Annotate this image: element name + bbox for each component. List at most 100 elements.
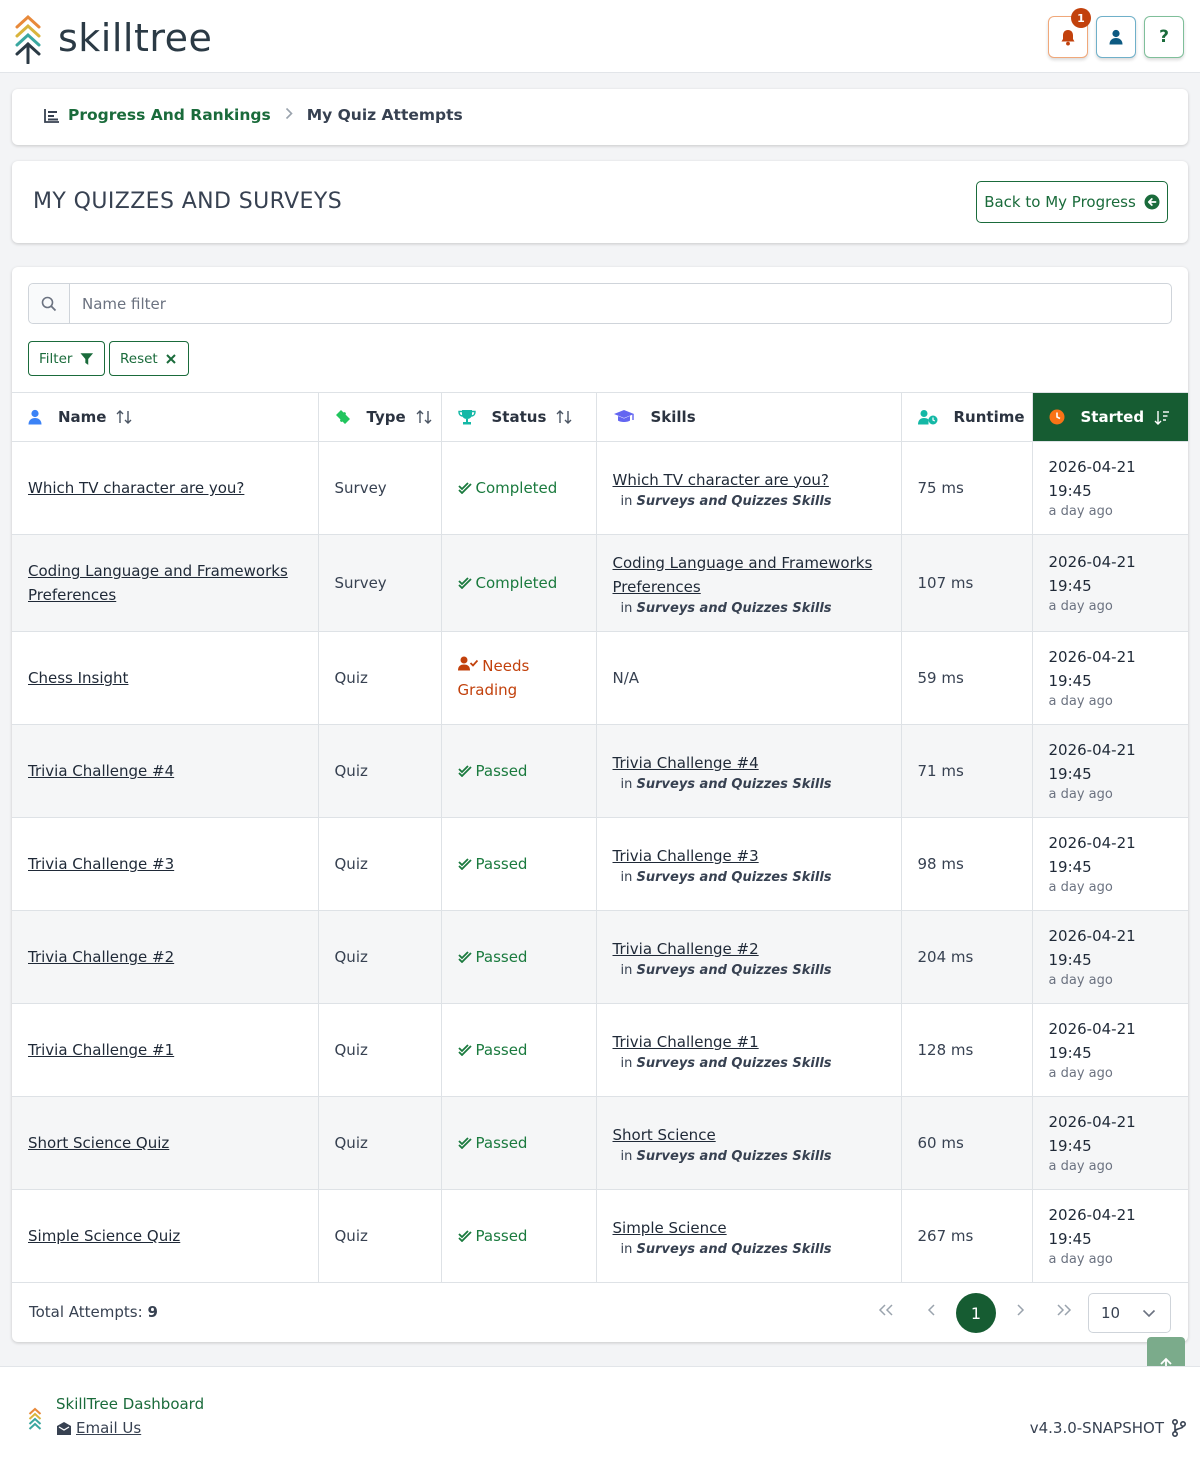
sort-icon[interactable]	[116, 410, 132, 424]
skill-link[interactable]: Which TV character are you?	[613, 471, 829, 489]
filter-button[interactable]: Filter	[28, 341, 105, 376]
page-button-current[interactable]: 1	[956, 1293, 996, 1333]
quiz-type: Survey	[334, 479, 387, 497]
back-to-progress-button[interactable]: Back to My Progress	[976, 181, 1168, 223]
cell-type: Quiz	[318, 1096, 442, 1190]
started-time: 19:45	[1048, 951, 1092, 969]
skill-link[interactable]: Short Science	[613, 1126, 716, 1144]
quiz-name-link[interactable]: Chess Insight	[28, 669, 128, 687]
page-size-select[interactable]: 10	[1088, 1293, 1171, 1333]
skill-link[interactable]: Simple Science	[613, 1219, 727, 1237]
skill-link[interactable]: Trivia Challenge #4	[613, 754, 759, 772]
column-header-status[interactable]: Status	[441, 392, 597, 442]
cell-runtime: 71 ms	[901, 724, 1033, 818]
skill-link[interactable]: Trivia Challenge #2	[613, 940, 759, 958]
clock-icon	[1049, 409, 1064, 425]
status-badge: Completed	[457, 574, 580, 592]
breadcrumb-card: Progress And Rankings My Quiz Attempts	[12, 89, 1188, 145]
total-attempts: Total Attempts: 9	[29, 1303, 158, 1321]
cell-type: Quiz	[318, 724, 442, 818]
started-time: 19:45	[1048, 1137, 1092, 1155]
quiz-name-link[interactable]: Short Science Quiz	[28, 1134, 169, 1152]
quiz-name-link[interactable]: Which TV character are you?	[28, 479, 244, 497]
quiz-name-link[interactable]: Trivia Challenge #4	[28, 762, 174, 780]
cell-skills: Which TV character are you? in Surveys an…	[596, 441, 902, 535]
sort-icon[interactable]	[556, 410, 572, 424]
quiz-name-link[interactable]: Simple Science Quiz	[28, 1227, 180, 1245]
cell-status: Passed	[441, 817, 597, 911]
skilltree-logo[interactable]: skilltree	[14, 14, 212, 64]
next-page-icon[interactable]	[1015, 1302, 1025, 1321]
skill-project: in Surveys and Quizzes Skills	[613, 777, 885, 792]
quiz-name-link[interactable]: Trivia Challenge #1	[28, 1041, 174, 1059]
help-button[interactable]: ?	[1144, 16, 1184, 58]
name-filter-input[interactable]	[70, 284, 1171, 323]
cell-skills: Trivia Challenge #3 in Surveys and Quizze…	[596, 817, 902, 911]
previous-page-icon[interactable]	[927, 1302, 937, 1321]
cell-status: Passed	[441, 1003, 597, 1097]
column-header-started[interactable]: Started	[1032, 392, 1188, 442]
cell-status: Passed	[441, 1189, 597, 1283]
cell-type: Quiz	[318, 1003, 442, 1097]
started-time: 19:45	[1048, 482, 1092, 500]
started-date: 2026-04-21	[1048, 927, 1136, 945]
status-badge: Passed	[457, 1227, 580, 1245]
filter-button-label: Filter	[39, 350, 73, 367]
cell-runtime: 59 ms	[901, 631, 1033, 725]
skill-project: in Surveys and Quizzes Skills	[613, 601, 885, 616]
skill-project: in Surveys and Quizzes Skills	[613, 1149, 885, 1164]
in-label: in	[620, 1241, 633, 1257]
cell-started: 2026-04-21 19:45 a day ago	[1032, 534, 1188, 632]
in-label: in	[620, 600, 633, 616]
project-name: Surveys and Quizzes Skills	[636, 869, 832, 885]
status-badge: Passed	[457, 1041, 580, 1059]
footer-app-name[interactable]: SkillTree Dashboard	[56, 1395, 204, 1413]
started-time: 19:45	[1048, 765, 1092, 783]
in-label: in	[620, 1055, 633, 1071]
skill-na: N/A	[612, 669, 640, 687]
runtime-value: 60 ms	[917, 1134, 964, 1152]
table-row: Coding Language and Frameworks Preferenc…	[12, 534, 1188, 632]
cell-status: Completed	[441, 534, 597, 632]
email-us-link[interactable]: Email Us	[56, 1419, 141, 1437]
runtime-value: 71 ms	[917, 762, 964, 780]
last-page-icon[interactable]	[1056, 1302, 1072, 1321]
cell-started: 2026-04-21 19:45 a day ago	[1032, 1189, 1188, 1283]
started-relative: a day ago	[1048, 504, 1113, 519]
quiz-name-link[interactable]: Trivia Challenge #3	[28, 855, 174, 873]
skill-link[interactable]: Trivia Challenge #1	[613, 1033, 759, 1051]
started-date: 2026-04-21	[1048, 834, 1136, 852]
quiz-name-link[interactable]: Coding Language and Frameworks Preferenc…	[28, 562, 288, 604]
column-header-name[interactable]: Name	[12, 392, 319, 442]
user-menu-button[interactable]	[1096, 16, 1136, 58]
table-row: Trivia Challenge #3 Quiz Passed Trivia Chal…	[12, 817, 1188, 911]
tree-logo-icon	[28, 1407, 42, 1430]
started-date: 2026-04-21	[1048, 1113, 1136, 1131]
first-page-icon[interactable]	[878, 1302, 894, 1321]
search-icon	[29, 284, 70, 323]
bell-icon	[1061, 29, 1075, 45]
skill-link[interactable]: Trivia Challenge #3	[613, 847, 759, 865]
cell-skills: N/A	[596, 631, 902, 725]
breadcrumb-progress-link[interactable]: Progress And Rankings	[68, 106, 271, 124]
status-text: Passed	[475, 948, 528, 966]
column-header-skills: Skills	[596, 392, 902, 442]
started-relative: a day ago	[1048, 1066, 1113, 1081]
reset-button[interactable]: Reset	[109, 341, 189, 376]
started-date: 2026-04-21	[1048, 741, 1136, 759]
cell-runtime: 75 ms	[901, 441, 1033, 535]
column-header-type[interactable]: Type	[318, 392, 442, 442]
sort-icon[interactable]	[416, 410, 432, 424]
skill-project: in Surveys and Quizzes Skills	[613, 494, 885, 509]
cell-name: Chess Insight	[12, 631, 319, 725]
quiz-type: Quiz	[334, 762, 368, 780]
sort-descending-icon[interactable]	[1154, 410, 1170, 425]
cell-skills: Trivia Challenge #1 in Surveys and Quizze…	[596, 1003, 902, 1097]
check-double-icon	[457, 1230, 472, 1242]
cell-name: Trivia Challenge #2	[12, 910, 319, 1004]
user-clock-icon	[917, 410, 937, 425]
skill-link[interactable]: Coding Language and Frameworks Preferenc…	[613, 554, 873, 596]
column-header-runtime: Runtime	[901, 392, 1033, 442]
arrow-circle-left-icon	[1144, 194, 1160, 210]
quiz-name-link[interactable]: Trivia Challenge #2	[28, 948, 174, 966]
